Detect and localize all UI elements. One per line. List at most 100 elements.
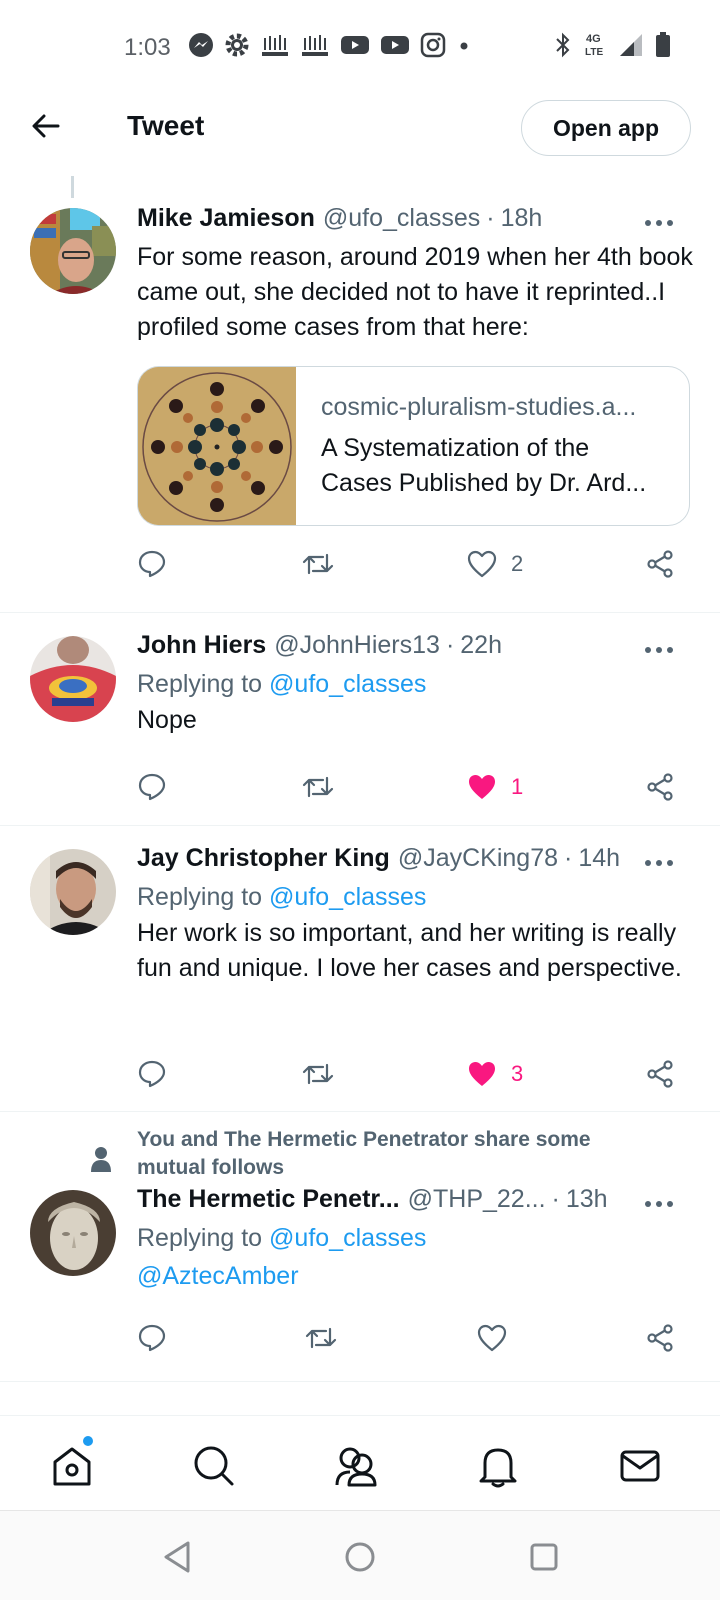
tweet-header: The Hermetic Penetr... @THP_22... · 13h [137, 1185, 680, 1214]
link-card-title: A Systematization of the Cases Published… [321, 434, 647, 497]
link-card[interactable]: cosmic-pluralism-studies.a... A Systemat… [137, 366, 690, 526]
reply-icon [138, 1324, 166, 1352]
dot-icon [460, 42, 468, 50]
page-title: Tweet [127, 110, 205, 141]
reply-button[interactable] [137, 544, 167, 584]
more-options-icon[interactable] [644, 645, 674, 655]
battery-icon [656, 32, 670, 57]
avatar[interactable] [30, 636, 116, 722]
author-handle[interactable]: @JayCKing78 [398, 844, 558, 873]
tweet-time[interactable]: 18h [501, 204, 543, 233]
search-icon [194, 1446, 234, 1486]
avatar-image [30, 1190, 116, 1276]
retweet-button[interactable] [301, 1054, 335, 1094]
replying-to-handle[interactable]: @ufo_classes [269, 883, 426, 911]
network-type-icon: 4G LTE [585, 33, 603, 58]
bottom-navigation [0, 1415, 720, 1511]
share-button[interactable] [645, 544, 675, 584]
author-handle[interactable]: @ufo_classes [323, 204, 480, 233]
tweet-header: Mike Jamieson @ufo_classes · 18h [137, 204, 680, 233]
avatar[interactable] [30, 1190, 116, 1276]
replying-prefix: Replying to [137, 883, 263, 911]
messages-icon [620, 1450, 660, 1482]
retweet-icon [302, 776, 334, 798]
tweet-header: Jay Christopher King @JayCKing78 · 14h [137, 844, 680, 873]
system-back-icon[interactable] [158, 1537, 198, 1577]
reply-button[interactable] [137, 1318, 167, 1358]
system-home-icon[interactable] [340, 1537, 380, 1577]
messenger-icon [189, 33, 213, 57]
share-button[interactable] [645, 1054, 675, 1094]
share-button[interactable] [645, 767, 675, 807]
share-button[interactable] [645, 1318, 675, 1358]
author-name[interactable]: Jay Christopher King [137, 844, 390, 873]
share-icon [647, 773, 673, 801]
retweet-icon [302, 553, 334, 575]
like-count: 1 [511, 774, 524, 799]
system-icons: 4G LTE [554, 30, 672, 60]
communities-icon [335, 1447, 377, 1487]
gear-icon [225, 33, 249, 57]
reply-icon [138, 773, 166, 801]
nav-search[interactable] [192, 1444, 236, 1488]
tweet-actions: 2 [137, 544, 692, 584]
tweet[interactable]: Mike Jamieson @ufo_classes · 18h For som… [0, 176, 720, 613]
tweet-text: For some reason, around 2019 when her 4t… [137, 243, 693, 341]
author-handle[interactable]: @THP_22... [408, 1185, 546, 1214]
more-options-icon[interactable] [644, 1199, 674, 1209]
system-recents-icon[interactable] [524, 1537, 564, 1577]
author-name[interactable]: John Hiers [137, 631, 266, 660]
like-button[interactable]: 2 [467, 544, 523, 584]
heart-outline-icon [477, 1324, 507, 1352]
retweet-button[interactable] [301, 767, 335, 807]
like-button[interactable]: 3 [467, 1054, 523, 1094]
author-name[interactable]: Mike Jamieson [137, 204, 315, 233]
open-app-button[interactable]: Open app [521, 100, 691, 156]
svg-text:LTE: LTE [585, 47, 603, 58]
like-button[interactable] [477, 1318, 507, 1358]
nav-messages[interactable] [618, 1444, 662, 1488]
retweet-button[interactable] [304, 1318, 338, 1358]
tweet[interactable]: John Hiers @JohnHiers13 · 22h Replying t… [0, 613, 720, 826]
replying-to-handle[interactable]: @ufo_classes [269, 1224, 426, 1252]
avatar[interactable] [30, 849, 116, 935]
replying-to: Replying to @ufo_classes [137, 1224, 426, 1253]
unread-dot [83, 1436, 93, 1446]
nav-home[interactable] [50, 1436, 94, 1488]
heart-filled-icon [469, 1062, 495, 1086]
more-options-icon[interactable] [644, 218, 674, 228]
replying-to-handle[interactable]: @ufo_classes [269, 670, 426, 698]
signal-icon [620, 34, 642, 56]
nav-notifications[interactable] [476, 1444, 520, 1488]
like-button[interactable]: 1 [467, 767, 523, 807]
tweet-mention[interactable]: @AztecAmber [137, 1262, 299, 1291]
tweet-actions: 1 [137, 767, 692, 807]
tweet-time[interactable]: 22h [460, 631, 502, 660]
reply-button[interactable] [137, 767, 167, 807]
app-icon [262, 35, 288, 56]
retweet-button[interactable] [301, 544, 335, 584]
author-handle[interactable]: @JohnHiers13 [274, 631, 440, 660]
youtube-icon [381, 36, 409, 54]
avatar-image [30, 636, 116, 722]
tweet[interactable]: You and The Hermetic Penetrator share so… [0, 1112, 720, 1382]
notification-icons [188, 32, 472, 58]
bluetooth-icon [556, 32, 570, 58]
replying-prefix: Replying to [137, 670, 263, 698]
replying-prefix: Replying to [137, 1224, 263, 1252]
system-navigation [0, 1510, 720, 1600]
back-button[interactable] [28, 108, 64, 144]
author-name[interactable]: The Hermetic Penetr... [137, 1185, 400, 1214]
avatar[interactable] [30, 208, 116, 294]
reply-icon [138, 550, 166, 578]
tweet-time[interactable]: 13h [566, 1185, 608, 1214]
nav-communities[interactable] [334, 1444, 378, 1488]
retweet-icon [302, 1063, 334, 1085]
more-options-icon[interactable] [644, 858, 674, 868]
tweet[interactable]: Jay Christopher King @JayCKing78 · 14h R… [0, 826, 720, 1112]
share-icon [647, 1324, 673, 1352]
avatar-image [30, 208, 116, 294]
tweet-time[interactable]: 14h [578, 844, 620, 873]
heart-filled-icon [469, 775, 495, 799]
reply-button[interactable] [137, 1054, 167, 1094]
